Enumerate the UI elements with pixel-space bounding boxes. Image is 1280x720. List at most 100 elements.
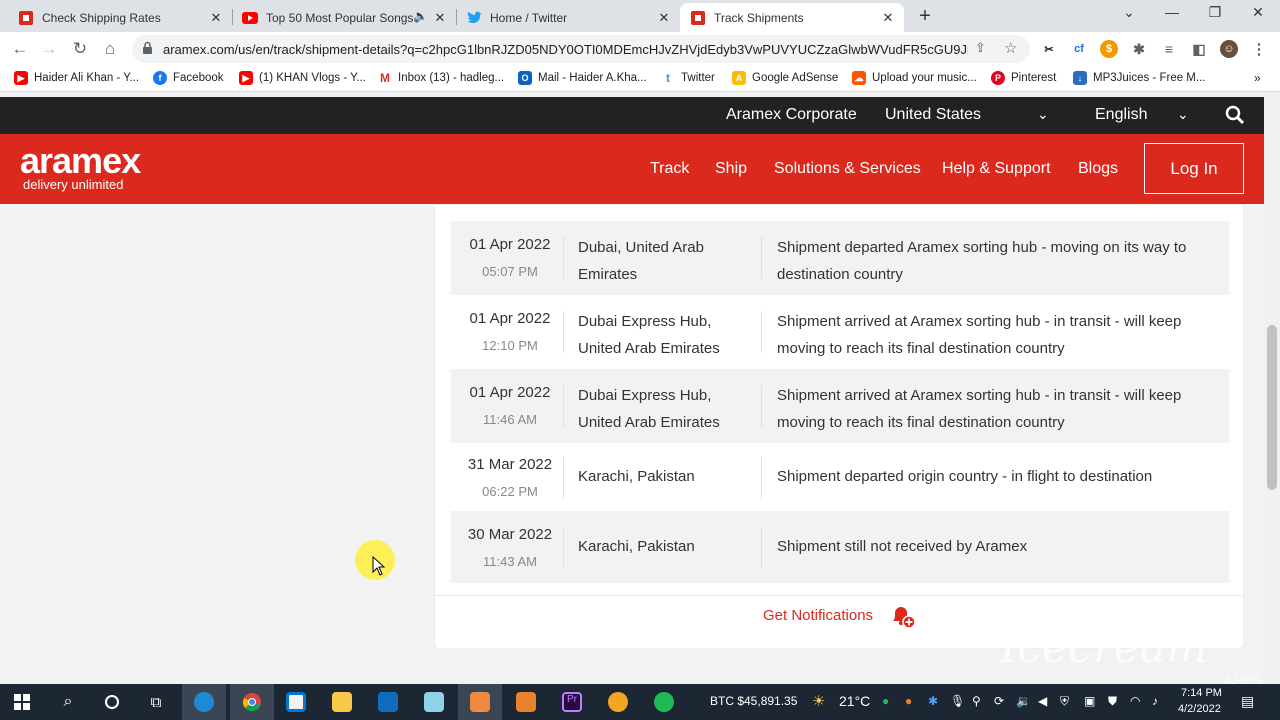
extension-tools-icon[interactable]: ✂ (1040, 40, 1058, 58)
screen-recorder-icon[interactable] (458, 684, 502, 720)
task-view-icon[interactable]: ⧉ (134, 684, 178, 720)
tab-search-chevron-icon[interactable]: ⌄ (1117, 4, 1141, 21)
bookmark-item[interactable]: P Pinterest (991, 71, 1056, 85)
chrome-taskbar-icon[interactable] (230, 684, 274, 720)
speaker-tray-icon[interactable]: 🔉 (1016, 694, 1031, 708)
bell-plus-icon[interactable] (890, 603, 916, 634)
close-tab-icon[interactable]: ✕ (208, 10, 224, 26)
close-window-button[interactable]: ✕ (1246, 4, 1270, 21)
coinfolio-extension-icon[interactable]: cf (1070, 40, 1088, 58)
shield-icon[interactable]: ⛊ (1108, 694, 1117, 709)
bookmark-item[interactable]: M Inbox (13) - hadleg... (378, 71, 504, 85)
extensions-puzzle-icon[interactable]: ✱ (1130, 40, 1148, 58)
search-icon[interactable] (1225, 105, 1245, 130)
bookmark-item[interactable]: A Google AdSense (732, 71, 838, 85)
tab-check-shipping-rates[interactable]: Check Shipping Rates ✕ (8, 3, 233, 32)
mail-taskbar-icon[interactable] (366, 684, 410, 720)
network-icon[interactable]: ⚲ (972, 694, 981, 708)
profile-avatar[interactable]: ☺ (1220, 40, 1238, 58)
reload-icon[interactable]: ↻ (69, 38, 91, 60)
file-explorer-icon[interactable] (320, 684, 364, 720)
app-tray-icon[interactable]: ● (905, 694, 912, 708)
extension-badge-icon[interactable]: $ (1100, 40, 1118, 58)
tab-home-twitter[interactable]: Home / Twitter ✕ (456, 3, 680, 32)
notifications-icon[interactable]: ▤ (1241, 693, 1254, 710)
bookmark-item[interactable]: t Twitter (661, 71, 715, 85)
more-bookmarks-chevron-icon[interactable]: » (1254, 71, 1261, 85)
spotify-tray-icon[interactable]: ● (882, 694, 889, 708)
spotify-taskbar-icon[interactable] (642, 684, 686, 720)
chrome-menu-icon[interactable]: ⋮ (1250, 40, 1268, 58)
close-tab-icon[interactable]: ✕ (656, 10, 672, 26)
btc-ticker[interactable]: BTC $45,891.35 (710, 694, 797, 708)
premiere-pro-icon[interactable]: Pr (550, 684, 594, 720)
search-icon[interactable]: ⌕ (46, 684, 90, 720)
scrollbar-thumb[interactable] (1267, 325, 1277, 490)
side-panel-icon[interactable]: ◧ (1190, 40, 1208, 58)
brave-taskbar-icon[interactable] (596, 684, 640, 720)
microphone-icon[interactable]: 🎙 (950, 694, 965, 708)
bookmark-item[interactable]: f Facebook (153, 71, 224, 85)
login-button[interactable]: Log In (1144, 143, 1244, 194)
chevron-down-icon[interactable]: ⌄ (1037, 106, 1049, 123)
bluetooth-icon[interactable]: ✱ (928, 694, 938, 708)
bookmark-item[interactable]: ☁ Upload your music... (852, 71, 977, 85)
minimize-button[interactable]: — (1160, 4, 1184, 20)
nav-ship[interactable]: Ship (715, 160, 747, 178)
speaker-icon[interactable]: 🔈 (413, 9, 428, 23)
updates-icon[interactable]: ⟳ (994, 694, 1004, 708)
country-selector[interactable]: United States (885, 106, 981, 124)
bookmark-item[interactable]: ▶ (1) KHAN Vlogs - Y... (239, 71, 366, 85)
browser-tab-strip: Check Shipping Rates ✕ Top 50 Most Popul… (0, 0, 1280, 32)
clock-time[interactable]: 7:14 PM (1181, 687, 1222, 699)
aramex-logo[interactable]: aramex (20, 140, 141, 182)
store-taskbar-icon[interactable] (274, 684, 318, 720)
bookmark-item[interactable]: ↓ MP3Juices - Free M... (1073, 71, 1205, 85)
chevron-down-icon[interactable]: ⌄ (1177, 106, 1189, 123)
icecream-app-icon[interactable] (504, 684, 548, 720)
watermark-text: Icecream (1000, 622, 1208, 673)
bookmark-item[interactable]: O Mail - Haider A.Kha... (518, 71, 647, 85)
back-arrow-icon[interactable]: ← (9, 38, 31, 60)
lock-icon[interactable] (142, 41, 153, 60)
windows-start-icon[interactable] (0, 684, 44, 720)
address-bar[interactable]: aramex.com/us/en/track/shipment-details?… (132, 35, 1030, 63)
home-icon[interactable]: ⌂ (99, 38, 121, 60)
tab-track-shipments[interactable]: Track Shipments ✕ (680, 3, 904, 32)
share-icon[interactable]: ⇪ (975, 40, 986, 56)
aramex-favicon-icon (18, 10, 34, 26)
nav-blogs[interactable]: Blogs (1078, 160, 1118, 178)
language-selector[interactable]: English (1095, 106, 1147, 124)
edge-taskbar-icon[interactable] (182, 684, 226, 720)
event-time: 12:10 PM (482, 338, 538, 353)
close-tab-icon[interactable]: ✕ (432, 10, 448, 26)
nav-help-support[interactable]: Help & Support (942, 160, 1051, 178)
nav-solutions-services[interactable]: Solutions & Services (774, 160, 921, 178)
weather-sun-icon[interactable]: ☀ (812, 692, 825, 710)
tab-top-50-songs[interactable]: Top 50 Most Popular Songs 🔈 ✕ (232, 3, 457, 32)
sound-icon[interactable]: ♪ (1152, 694, 1158, 708)
aramex-corporate-link[interactable]: Aramex Corporate (726, 106, 857, 124)
bookmark-star-icon[interactable]: ☆ (1004, 39, 1017, 57)
new-tab-button[interactable]: + (914, 6, 936, 28)
volume-icon[interactable]: ◀ (1038, 694, 1047, 708)
mp3juices-icon: ↓ (1073, 71, 1087, 85)
temperature-text[interactable]: 21°C (839, 693, 870, 709)
bookmark-item[interactable]: ▶ Haider Ali Khan - Y... (14, 71, 139, 85)
maximize-button[interactable]: ❐ (1203, 4, 1227, 21)
notepad-taskbar-icon[interactable] (412, 684, 456, 720)
url-text[interactable]: aramex.com/us/en/track/shipment-details?… (163, 42, 968, 57)
tracking-event-row: 31 Mar 2022 06:22 PM Karachi, Pakistan S… (451, 441, 1229, 511)
nav-track[interactable]: Track (650, 160, 689, 178)
cortana-icon[interactable] (90, 684, 134, 720)
column-divider (761, 527, 762, 569)
media-control-icon[interactable]: ≡ (1160, 40, 1178, 58)
tab-label: Check Shipping Rates (42, 10, 161, 25)
get-notifications-link[interactable]: Get Notifications (763, 607, 873, 624)
forward-arrow-icon[interactable]: → (38, 38, 60, 60)
security-icon[interactable]: ⛨ (1060, 694, 1069, 709)
wifi-icon[interactable]: ◠ (1130, 694, 1140, 708)
display-icon[interactable]: ▣ (1084, 694, 1095, 708)
clock-date[interactable]: 4/2/2022 (1178, 703, 1221, 715)
close-tab-icon[interactable]: ✕ (880, 10, 896, 26)
